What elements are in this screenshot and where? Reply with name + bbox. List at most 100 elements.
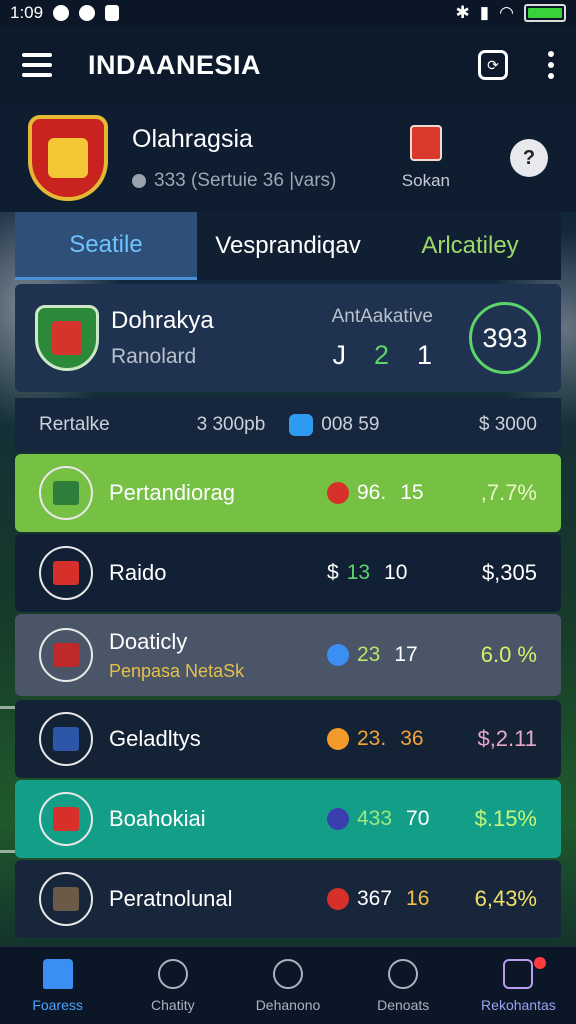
odd-b: 16 [406, 887, 430, 910]
odds-icon [327, 728, 349, 750]
list-item[interactable]: Boahokiai 433 70 $.15% [15, 780, 561, 858]
tab-vesprandiqav[interactable]: Vesprandiqav [197, 212, 379, 280]
more-icon[interactable] [548, 51, 554, 79]
list-item[interactable]: Raido $ 13 10 $,305 [15, 534, 561, 612]
list-item[interactable]: Peratnolunal 367 16 6,43% [15, 860, 561, 938]
row-value: 6,43% [474, 886, 537, 911]
list-item[interactable]: Doaticly Penpasa NetaSk 23 17 6.0 % [15, 614, 561, 696]
summary-amount: 3 300pb [196, 414, 266, 435]
summary-pill-value: 008 59 [321, 414, 380, 435]
row-name: Peratnolunal [109, 886, 233, 911]
summary-row: Rertalke 3 300pb 008 59 $ 3000 [15, 398, 561, 452]
profile-subtitle: 333 (Sertuie 36 |vars) [154, 169, 337, 191]
app-title: INDAANESIA [88, 49, 262, 80]
row-value: $.15% [474, 806, 537, 831]
nav-foaress[interactable]: Foaress [0, 947, 115, 1024]
tab-bar: Seatile Vesprandiqav Arlcatiley [15, 212, 561, 280]
notes-icon [503, 958, 534, 989]
match-card[interactable]: Dohrakya Ranolard AntAakative J 2 1 393 [15, 284, 561, 392]
clock-icon [157, 958, 188, 989]
token-badge[interactable]: Sokan [402, 125, 450, 191]
nav-dehanono[interactable]: Dehanono [230, 947, 345, 1024]
trophy-icon [273, 958, 303, 989]
nav-label: Denoats [377, 996, 430, 1013]
chat-icon [289, 414, 314, 436]
profile-header: Olahragsia 333 (Sertuie 36 |vars) Sokan … [0, 104, 576, 212]
team-logo [39, 792, 93, 846]
odd-c: 10 [384, 561, 408, 584]
notification-icon [105, 5, 120, 21]
odds-icon [327, 808, 349, 830]
odds-icon [327, 482, 349, 504]
score-j: J [332, 339, 347, 370]
tab-seatile[interactable]: Seatile [15, 212, 197, 280]
nav-rekohantas[interactable]: Rekohantas [461, 947, 576, 1024]
odd-b: 15 [400, 481, 424, 504]
odd-b: 17 [394, 643, 418, 666]
home-icon [42, 958, 73, 989]
status-time: 1:09 [10, 3, 44, 22]
odd-a: 96. [357, 481, 387, 504]
team-crest [35, 305, 99, 371]
odd-a: 367 [357, 887, 393, 910]
odd-a: $ [327, 561, 339, 584]
odd-b: 70 [406, 807, 430, 830]
g-icon [79, 5, 96, 21]
row-value: $,2.11 [477, 726, 537, 751]
row-value: ,7.7% [480, 480, 537, 505]
flag-icon [409, 125, 442, 161]
summary-label: Rertalke [39, 414, 110, 435]
profile-name: Olahragsia [132, 124, 253, 153]
notification-dot [534, 957, 547, 969]
nav-label: Dehanono [255, 996, 321, 1013]
summary-total: $ 3000 [478, 414, 537, 435]
signal-icon: ▮ [479, 3, 490, 22]
row-subtitle: Penpasa NetaSk [109, 660, 245, 681]
bottom-nav: Foaress Chatity Dehanono Denoats Rekohan… [0, 946, 576, 1024]
odds-icon [327, 644, 349, 666]
menu-icon[interactable] [22, 53, 52, 77]
wifi-icon: ◠ [499, 3, 514, 22]
odd-b: 36 [400, 727, 424, 750]
score-a: 2 [374, 339, 390, 370]
nav-chatity[interactable]: Chatity [115, 947, 230, 1024]
sync-icon[interactable]: ⟳ [478, 50, 508, 80]
list-item[interactable]: Pertandiorag 96. 15 ,7.7% [15, 454, 561, 532]
team-logo [39, 712, 93, 766]
team-logo [39, 628, 93, 682]
team-logo [39, 546, 93, 600]
chart-icon [388, 958, 419, 989]
row-name: Raido [109, 560, 167, 585]
team-name: Dohrakya [111, 307, 214, 334]
row-name: Geladltys [109, 726, 201, 751]
nav-label: Rekohantas [481, 996, 556, 1013]
odd-a: 23 [357, 643, 381, 666]
coin-icon [132, 173, 146, 188]
nav-denoats[interactable]: Denoats [346, 947, 461, 1024]
avatar [39, 872, 93, 926]
list-item[interactable]: Geladltys 23. 36 $,2.11 [15, 700, 561, 778]
nav-label: Foaress [32, 996, 83, 1013]
row-value: $,305 [481, 560, 537, 585]
row-name: Boahokiai [109, 806, 206, 831]
club-crest [28, 115, 108, 201]
odd-b: 13 [346, 561, 371, 584]
team-logo [39, 466, 93, 520]
token-label: Sokan [401, 171, 450, 190]
odd-a: 23. [357, 727, 387, 750]
score-ring: 393 [469, 302, 541, 374]
score-b: 1 [417, 339, 433, 370]
row-name: Doaticly [109, 628, 188, 654]
nav-label: Chatity [151, 996, 195, 1013]
row-name: Pertandiorag [109, 480, 235, 505]
record-icon [53, 5, 70, 21]
help-button[interactable]: ? [510, 139, 548, 177]
bluetooth-icon: ✱ [455, 3, 470, 22]
app-bar: INDAANESIA ⟳ [0, 26, 576, 104]
status-bar: 1:09 ✱ ▮ ◠ [0, 0, 576, 26]
odd-a: 433 [357, 807, 393, 830]
score-label: AntAakative [331, 305, 433, 327]
tab-arlcatiley[interactable]: Arlcatiley [379, 212, 561, 280]
row-value: 6.0 % [480, 642, 537, 667]
team-subtitle: Ranolard [111, 345, 197, 368]
